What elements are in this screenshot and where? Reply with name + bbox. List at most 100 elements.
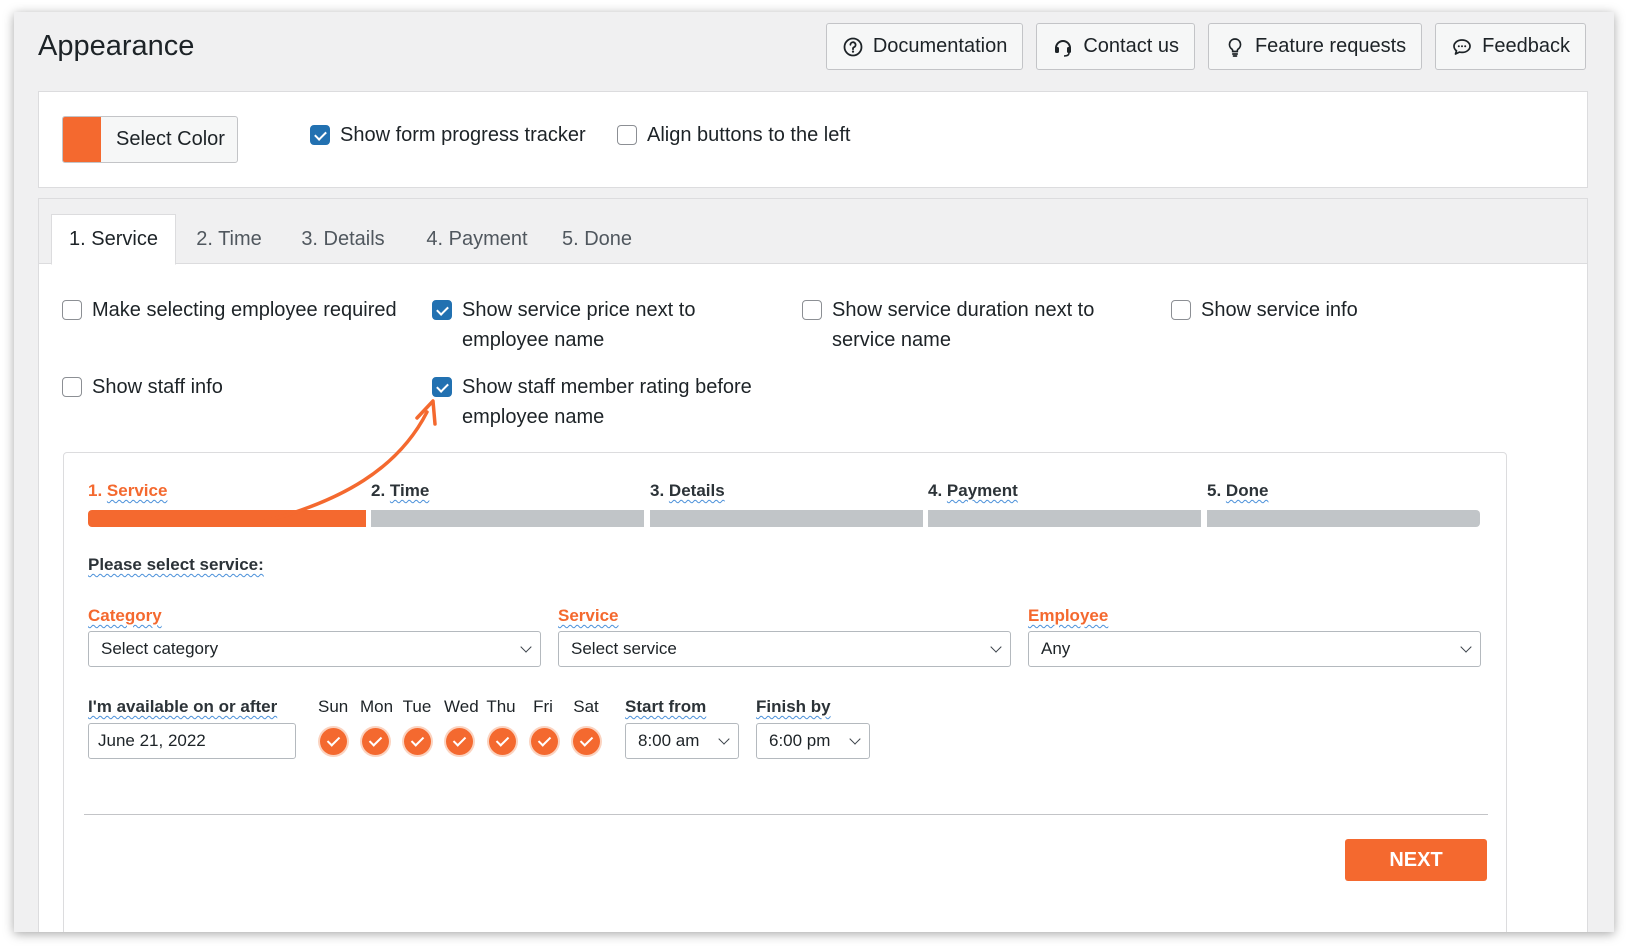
- progress-step-service: 1. Service: [88, 481, 168, 500]
- chevron-down-icon: [990, 641, 1002, 653]
- page-title: Appearance: [38, 30, 195, 62]
- progress-step-details: 3. Details: [650, 481, 725, 500]
- employee-required-label: Make selecting employee required: [92, 299, 397, 321]
- finish-by-select[interactable]: 6:00 pm: [756, 723, 870, 759]
- show-progress-tracker-checkbox[interactable]: [310, 125, 330, 145]
- day-checkbox-mon[interactable]: [362, 728, 389, 755]
- align-buttons-left-label: Align buttons to the left: [647, 124, 851, 146]
- show-staff-info-checkbox[interactable]: [62, 377, 82, 397]
- service-select[interactable]: Select service: [558, 631, 1011, 667]
- show-service-price-checkbox[interactable]: [432, 300, 452, 320]
- progress-step-done: 5. Done: [1207, 481, 1269, 500]
- day-label-thu: Thu: [486, 697, 516, 716]
- documentation-button[interactable]: Documentation: [825, 23, 1024, 70]
- day-label-wed: Wed: [444, 697, 479, 716]
- progress-bar-payment: [928, 510, 1201, 527]
- service-value: Select service: [571, 639, 677, 658]
- form-divider: [84, 814, 1488, 815]
- align-buttons-left-checkbox[interactable]: [617, 125, 637, 145]
- chat-bubble-icon: [1451, 36, 1473, 58]
- align-buttons-left-option[interactable]: Align buttons to the left: [617, 120, 850, 150]
- service-label: Service: [558, 606, 619, 625]
- finish-by-label: Finish by: [756, 697, 831, 716]
- headset-icon: [1052, 36, 1074, 58]
- select-color-label: Select Color: [116, 128, 225, 150]
- progress-bar-time: [371, 510, 644, 527]
- show-service-duration-option[interactable]: Show service duration next to service nam…: [802, 295, 1094, 355]
- category-select[interactable]: Select category: [88, 631, 541, 667]
- color-settings-panel: Select Color Show form progress tracker …: [38, 91, 1588, 188]
- date-input[interactable]: June 21, 2022: [88, 723, 296, 759]
- documentation-label: Documentation: [872, 35, 1008, 57]
- finish-by-value: 6:00 pm: [769, 731, 831, 750]
- day-label-fri: Fri: [533, 697, 553, 716]
- select-color-button[interactable]: Select Color: [62, 116, 238, 163]
- lightbulb-icon: [1224, 36, 1246, 58]
- tab-service[interactable]: 1. Service: [51, 214, 176, 265]
- day-checkbox-sun[interactable]: [320, 728, 347, 755]
- show-staff-rating-option[interactable]: Show staff member rating before employee …: [432, 372, 752, 432]
- employee-required-option[interactable]: Make selecting employee required: [62, 295, 397, 325]
- appearance-window: Appearance Documentation Contact us Feat…: [14, 12, 1614, 932]
- feedback-label: Feedback: [1482, 35, 1570, 57]
- day-label-sat: Sat: [573, 697, 599, 716]
- show-progress-tracker-option[interactable]: Show form progress tracker: [310, 120, 586, 150]
- available-on-label: I'm available on or after: [88, 697, 278, 716]
- progress-bar-details: [650, 510, 923, 527]
- start-from-select[interactable]: 8:00 am: [625, 723, 739, 759]
- day-checkbox-tue[interactable]: [404, 728, 431, 755]
- tab-payment[interactable]: 4. Payment: [417, 214, 537, 265]
- step-settings-panel: 1. Service 2. Time 3. Details 4. Payment…: [38, 198, 1588, 932]
- progress-bar-done: [1207, 510, 1480, 527]
- feedback-button[interactable]: Feedback: [1435, 23, 1586, 70]
- show-service-duration-checkbox[interactable]: [802, 300, 822, 320]
- progress-bar-service: [88, 510, 366, 527]
- show-service-price-label: Show service price next to employee name: [462, 299, 696, 351]
- employee-value: Any: [1041, 639, 1071, 658]
- select-service-prompt: Please select service:: [88, 555, 264, 574]
- top-buttons: Documentation Contact us Feature request…: [825, 23, 1586, 70]
- tab-details[interactable]: 3. Details: [293, 214, 393, 265]
- start-from-label: Start from: [625, 697, 707, 716]
- booking-form-preview: 1. Service 2. Time 3. Details 4. Payment…: [63, 452, 1507, 932]
- day-label-tue: Tue: [402, 697, 432, 716]
- day-checkbox-sat[interactable]: [573, 728, 600, 755]
- progress-step-time: 2. Time: [371, 481, 430, 500]
- show-staff-info-option[interactable]: Show staff info: [62, 372, 223, 402]
- question-circle-icon: [842, 36, 864, 58]
- employee-select[interactable]: Any: [1028, 631, 1481, 667]
- show-service-duration-label: Show service duration next to service nam…: [832, 299, 1095, 351]
- start-from-value: 8:00 am: [638, 731, 700, 750]
- chevron-down-icon: [1460, 641, 1472, 653]
- contact-us-label: Contact us: [1083, 35, 1179, 57]
- category-label: Category: [88, 606, 162, 625]
- show-staff-rating-label: Show staff member rating before employee …: [462, 376, 752, 428]
- day-label-sun: Sun: [318, 697, 349, 716]
- show-service-info-checkbox[interactable]: [1171, 300, 1191, 320]
- show-service-info-label: Show service info: [1201, 299, 1358, 321]
- tab-time[interactable]: 2. Time: [185, 214, 273, 265]
- color-swatch: [63, 117, 101, 162]
- day-checkbox-fri[interactable]: [531, 728, 558, 755]
- day-checkbox-wed[interactable]: [446, 728, 473, 755]
- employee-label: Employee: [1028, 606, 1109, 625]
- chevron-down-icon: [849, 733, 861, 745]
- day-checkbox-thu[interactable]: [489, 728, 516, 755]
- category-value: Select category: [101, 639, 219, 658]
- chevron-down-icon: [520, 641, 532, 653]
- contact-us-button[interactable]: Contact us: [1036, 23, 1195, 70]
- tab-done[interactable]: 5. Done: [556, 214, 638, 265]
- tab-bar: 1. Service 2. Time 3. Details 4. Payment…: [39, 199, 1587, 265]
- show-service-info-option[interactable]: Show service info: [1171, 295, 1358, 325]
- show-service-price-option[interactable]: Show service price next to employee name: [432, 295, 695, 355]
- day-label-mon: Mon: [360, 697, 394, 716]
- employee-required-checkbox[interactable]: [62, 300, 82, 320]
- feature-requests-button[interactable]: Feature requests: [1207, 23, 1423, 70]
- feature-requests-label: Feature requests: [1254, 35, 1407, 57]
- show-staff-info-label: Show staff info: [92, 376, 223, 398]
- chevron-down-icon: [718, 733, 730, 745]
- show-staff-rating-checkbox[interactable]: [432, 377, 452, 397]
- progress-step-payment: 4. Payment: [928, 481, 1018, 500]
- show-progress-tracker-label: Show form progress tracker: [340, 124, 586, 146]
- next-button[interactable]: NEXT: [1345, 839, 1487, 881]
